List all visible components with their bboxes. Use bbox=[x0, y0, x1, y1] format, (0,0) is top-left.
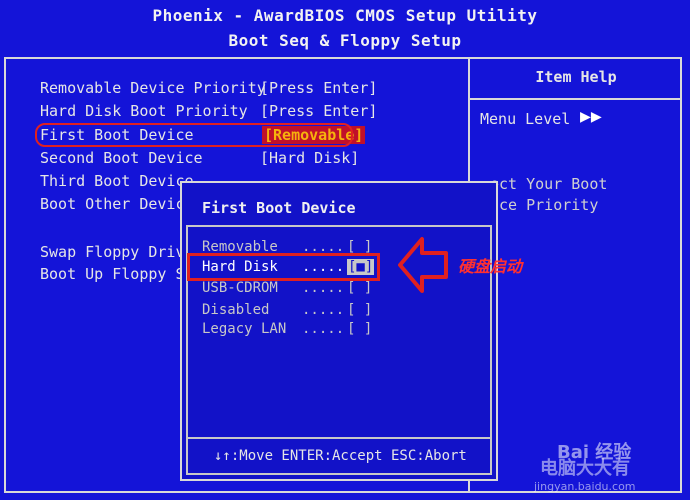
popup-help-separator bbox=[186, 437, 492, 439]
menu-level-arrows-icon: ▶▶ bbox=[580, 106, 602, 127]
setting-third-boot-device[interactable]: Third Boot Device bbox=[40, 172, 194, 190]
setting-boot-other-device[interactable]: Boot Other Device bbox=[40, 195, 194, 213]
watermark-tag: 电脑大大有 bbox=[540, 458, 630, 479]
option-label: Legacy LAN bbox=[202, 321, 287, 337]
option-checkbox[interactable]: [ ] bbox=[347, 280, 372, 296]
bios-subtitle: Boot Seq & Floppy Setup bbox=[228, 31, 462, 50]
option-label: Disabled bbox=[202, 302, 270, 318]
option-label: USB-CDROM bbox=[202, 280, 278, 296]
menu-level-label: Menu Level bbox=[480, 110, 571, 128]
help-text-line-2: ice Priority bbox=[490, 196, 599, 214]
popup-option-disabled[interactable]: Disabled ..... [ ] bbox=[202, 302, 372, 318]
popup-option-legacy-lan[interactable]: Legacy LAN ..... [ ] bbox=[202, 321, 372, 337]
setting-value-hard-disk-boot-priority[interactable]: [Press Enter] bbox=[260, 102, 377, 120]
option-dots: ..... bbox=[302, 302, 345, 318]
setting-second-boot-device[interactable]: Second Boot Device bbox=[40, 149, 203, 167]
setting-boot-up-floppy-seek[interactable]: Boot Up Floppy Se bbox=[40, 265, 194, 283]
popup-title: First Boot Device bbox=[202, 199, 356, 217]
left-arrow-icon bbox=[398, 237, 448, 293]
setting-hard-disk-boot-priority[interactable]: Hard Disk Boot Priority bbox=[40, 102, 248, 120]
setting-value-second-boot-device[interactable]: [Hard Disk] bbox=[260, 149, 359, 167]
option-checkbox[interactable]: [ ] bbox=[347, 302, 372, 318]
annotation-label: 硬盘启动 bbox=[458, 257, 523, 276]
option-dots: ..... bbox=[302, 280, 345, 296]
watermark-url: jingyan.baidu.com bbox=[534, 480, 636, 493]
first-boot-highlight-outline bbox=[35, 123, 353, 147]
popup-option-usb-cdrom[interactable]: USB-CDROM ..... [ ] bbox=[202, 280, 372, 296]
option-checkbox[interactable]: [ ] bbox=[347, 321, 372, 337]
hard-disk-highlight-outline bbox=[187, 253, 380, 281]
option-dots: ..... bbox=[302, 321, 345, 337]
popup-key-help: ↓↑:Move ENTER:Accept ESC:Abort bbox=[214, 448, 467, 464]
setting-swap-floppy-drive[interactable]: Swap Floppy Drive bbox=[40, 243, 194, 261]
setting-removable-device-priority[interactable]: Removable Device Priority bbox=[40, 79, 266, 97]
setting-value-removable-device-priority[interactable]: [Press Enter] bbox=[260, 79, 377, 97]
help-divider-horizontal bbox=[468, 98, 682, 100]
bios-title: Phoenix - AwardBIOS CMOS Setup Utility bbox=[152, 6, 538, 25]
help-text-line-1: ect Your Boot bbox=[490, 175, 608, 193]
item-help-title: Item Help bbox=[535, 68, 617, 86]
